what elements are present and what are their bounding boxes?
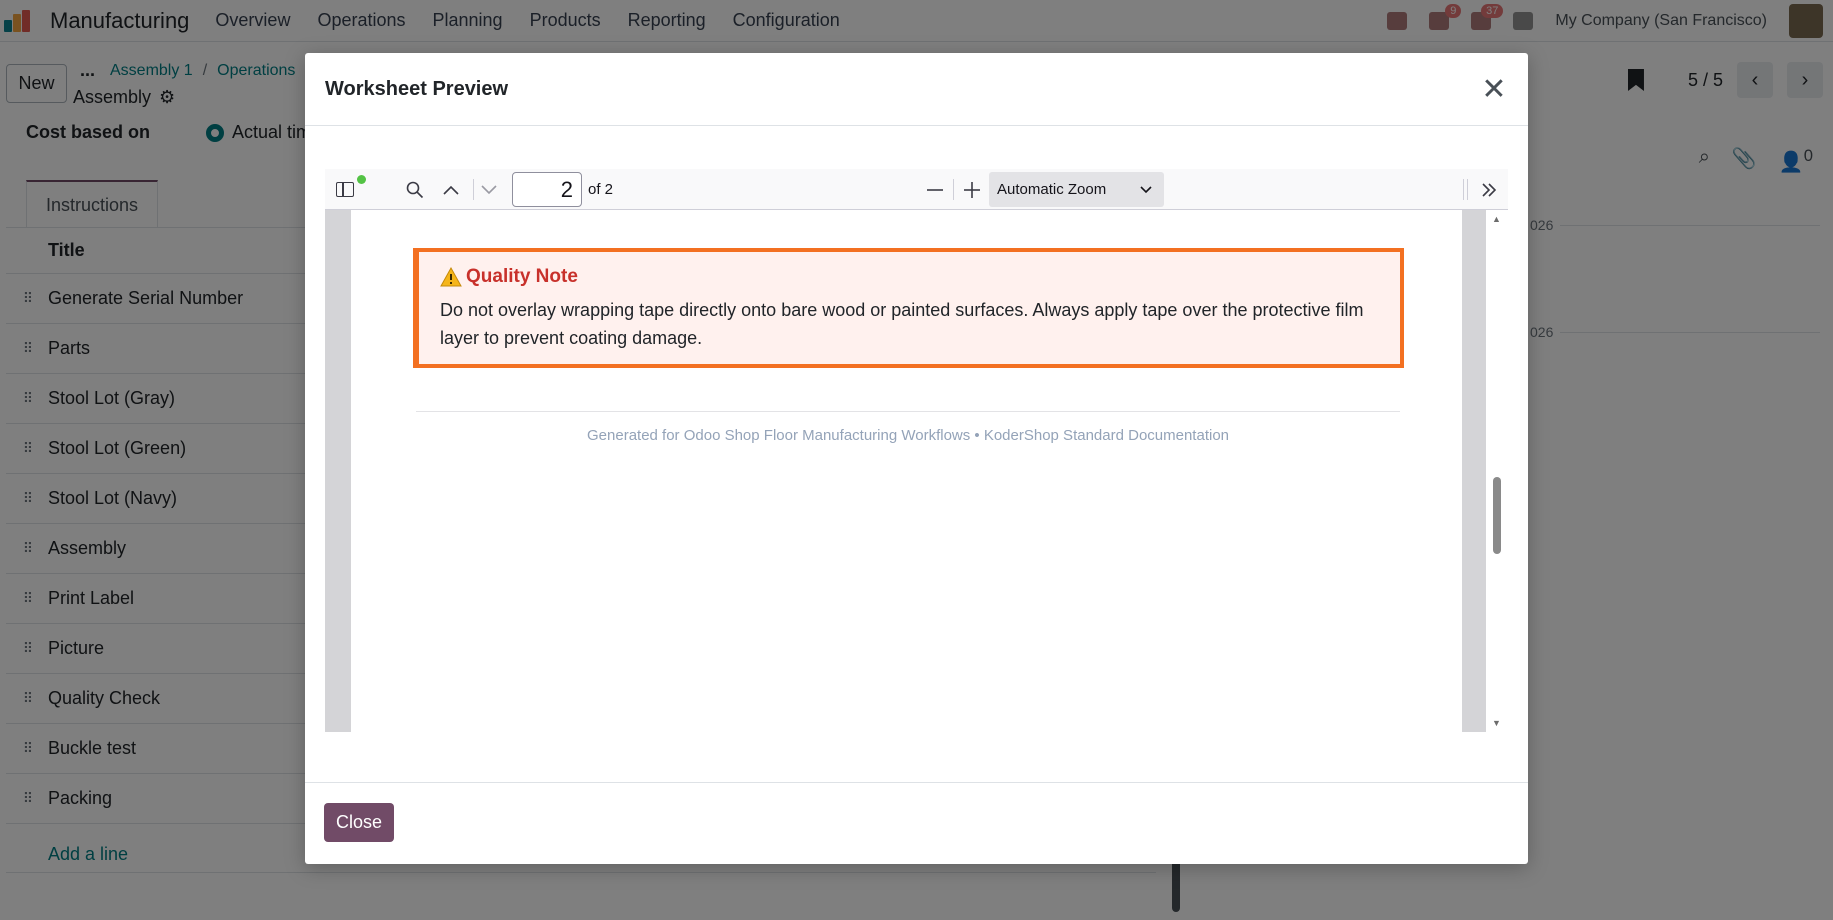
quality-note-callout: Quality Note Do not overlay wrapping tap… <box>413 248 1404 368</box>
pdf-toolbar: 2 of 2 Automatic Zoom <box>325 169 1508 210</box>
close-button[interactable]: Close <box>324 803 394 842</box>
next-page-icon[interactable] <box>477 169 501 210</box>
document-footer: Generated for Odoo Shop Floor Manufactur… <box>587 427 1229 444</box>
modal-header: Worksheet Preview ✕ <box>305 53 1528 126</box>
page-count-label: of 2 <box>588 181 614 198</box>
pdf-viewer-content[interactable]: Quality Note Do not overlay wrapping tap… <box>325 210 1508 732</box>
scroll-up-icon[interactable]: ▲ <box>1492 214 1501 224</box>
tools-menu-icon[interactable] <box>1475 169 1503 210</box>
pdf-viewer: 2 of 2 Automatic Zoom Quality Note Do no… <box>325 169 1508 732</box>
zoom-in-icon[interactable] <box>960 169 984 210</box>
callout-title-text: Quality Note <box>466 266 578 287</box>
modal-footer: Close <box>305 782 1528 864</box>
zoom-out-icon[interactable] <box>923 169 947 210</box>
modal-title: Worksheet Preview <box>325 77 509 100</box>
warning-icon <box>440 266 462 287</box>
callout-body: Do not overlay wrapping tape directly on… <box>440 300 1364 348</box>
callout-title: Quality Note <box>440 266 1380 288</box>
zoom-value: Automatic Zoom <box>997 181 1107 198</box>
scrollbar-thumb[interactable] <box>1493 477 1501 554</box>
zoom-select[interactable]: Automatic Zoom <box>989 172 1164 207</box>
pdf-scrollbar[interactable]: ▲ ▼ <box>1486 210 1508 732</box>
find-icon[interactable] <box>403 169 427 210</box>
footer-divider <box>416 411 1400 412</box>
chevron-down-icon <box>1140 183 1152 197</box>
scroll-down-icon[interactable]: ▼ <box>1492 718 1501 728</box>
sidebar-toggle-icon[interactable] <box>333 169 366 210</box>
worksheet-preview-dialog: Worksheet Preview ✕ 2 of 2 Automatic Zoo… <box>305 53 1528 864</box>
previous-page-icon[interactable] <box>439 169 463 210</box>
pdf-page: Quality Note Do not overlay wrapping tap… <box>351 210 1462 732</box>
close-icon[interactable]: ✕ <box>1478 73 1510 106</box>
page-number-input[interactable]: 2 <box>512 172 582 207</box>
